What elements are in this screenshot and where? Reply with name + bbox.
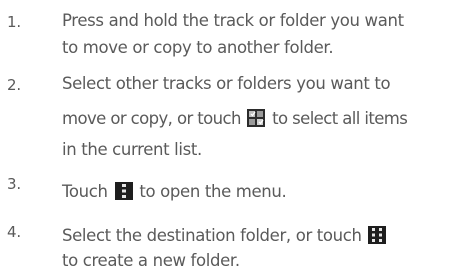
step-text-fragment: Touch bbox=[62, 182, 108, 201]
step-text-line: to create a new folder. bbox=[62, 251, 240, 270]
step-text-line: Press and hold the track or folder you w… bbox=[62, 11, 404, 30]
step-number: 4. bbox=[7, 223, 21, 241]
step-text-line: Touch to open the menu. bbox=[62, 182, 287, 201]
step-number: 1. bbox=[7, 13, 21, 31]
step-text-fragment: move or copy, or touch bbox=[62, 109, 241, 128]
instruction-steps: 1. Press and hold the track or folder yo… bbox=[0, 0, 458, 275]
step-number: 3. bbox=[7, 175, 21, 193]
select-all-icon bbox=[247, 109, 266, 127]
step-number: 2. bbox=[7, 76, 21, 94]
new-folder-icon bbox=[368, 226, 387, 244]
step-text-line: Select other tracks or folders you want … bbox=[62, 74, 391, 93]
step-text-line: to move or copy to another folder. bbox=[62, 38, 334, 57]
step-text-fragment: Select the destination folder, or touch bbox=[62, 226, 362, 245]
menu-icon bbox=[114, 182, 133, 200]
step-text-line: in the current list. bbox=[62, 140, 202, 159]
step-text-line: Select the destination folder, or touch bbox=[62, 226, 388, 245]
step-text-line: move or copy, or touch to select all ite… bbox=[62, 109, 408, 128]
step-text-fragment: to open the menu. bbox=[139, 182, 287, 201]
step-text-fragment: to select all items bbox=[272, 109, 408, 128]
